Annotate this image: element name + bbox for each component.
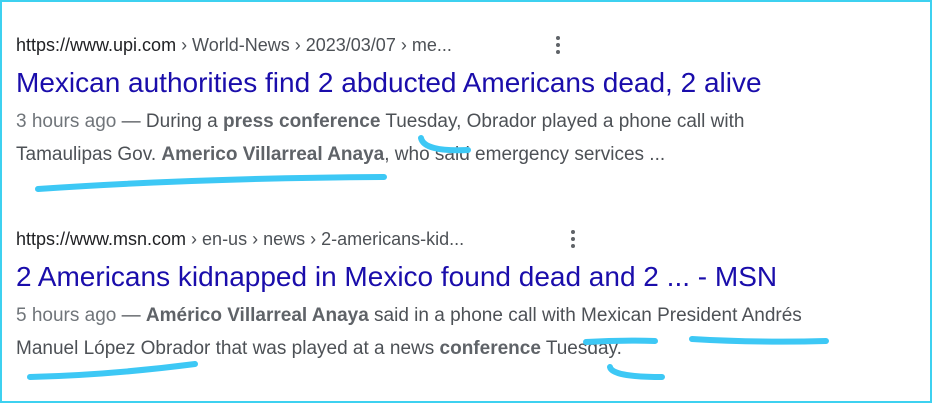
more-options-icon[interactable] (563, 227, 583, 251)
result-title-link[interactable]: Mexican authorities find 2 abducted Amer… (16, 65, 896, 101)
result-snippet: 5 hours ago — Américo Villarreal Anaya s… (16, 299, 896, 365)
result-title-link[interactable]: 2 Americans kidnapped in Mexico found de… (16, 259, 896, 295)
snippet-highlight: conference (439, 338, 541, 359)
result-url-breadcrumbs: › World-News › 2023/03/07 › me... (176, 34, 452, 55)
snippet-text: Tamaulipas Gov. (16, 144, 162, 165)
snippet-line-1: 3 hours ago — During a press conference … (16, 105, 896, 138)
result-url-domain: https://www.msn.com (16, 228, 187, 249)
result-url-domain: https://www.upi.com (16, 34, 177, 55)
result-url-row: https://www.msn.com › en-us › news › 2-a… (16, 225, 896, 253)
search-result-1: https://www.upi.com › World-News › 2023/… (16, 31, 896, 171)
snippet-line-1: 5 hours ago — Américo Villarreal Anaya s… (16, 299, 896, 332)
snippet-highlight: Americo Villarreal Anaya (161, 144, 385, 165)
result-url-row: https://www.upi.com › World-News › 2023/… (16, 31, 896, 59)
snippet-highlight: press conference (223, 111, 381, 132)
result-url[interactable]: https://www.msn.com › en-us › news › 2-a… (16, 229, 464, 250)
snippet-dash: — (116, 111, 146, 132)
snippet-text: During a (145, 111, 224, 132)
snippet-text: said in a phone call with Mexican Presid… (368, 305, 802, 326)
result-snippet: 3 hours ago — During a press conference … (16, 105, 896, 171)
snippet-text: , who said emergency services ... (384, 144, 666, 165)
result-url[interactable]: https://www.upi.com › World-News › 2023/… (16, 35, 452, 56)
snippet-dash: — (116, 305, 146, 326)
snippet-text: Tuesday. (540, 338, 622, 359)
result-date: 3 hours ago (16, 111, 117, 132)
snippet-text: Manuel López Obrador that was played at … (16, 338, 440, 359)
snippet-text: Tuesday, Obrador played a phone call wit… (380, 111, 745, 132)
more-options-icon[interactable] (548, 33, 568, 57)
result-date: 5 hours ago (16, 305, 117, 326)
snippet-line-2: Tamaulipas Gov. Americo Villarreal Anaya… (16, 138, 896, 171)
result-url-breadcrumbs: › en-us › news › 2-americans-kid... (186, 228, 465, 249)
search-result-2: https://www.msn.com › en-us › news › 2-a… (16, 225, 896, 365)
snippet-line-2: Manuel López Obrador that was played at … (16, 332, 896, 365)
snippet-highlight: Américo Villarreal Anaya (145, 305, 369, 326)
